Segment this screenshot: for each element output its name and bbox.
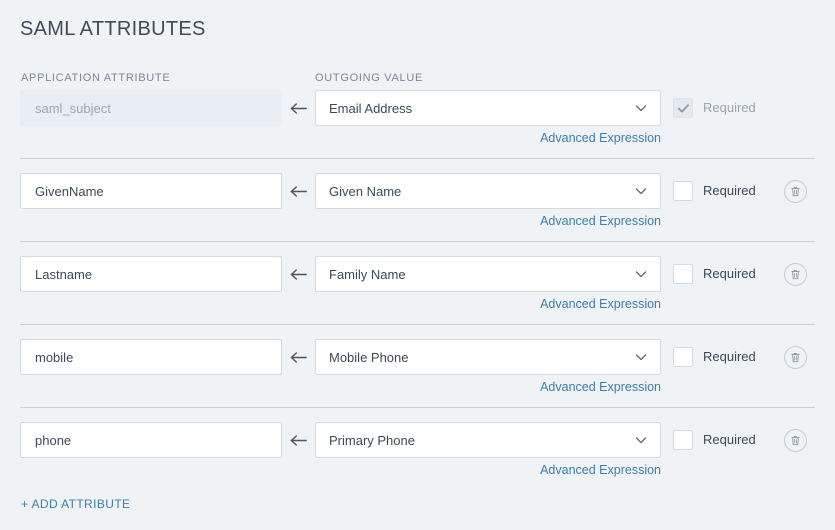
- row-divider: [20, 241, 815, 242]
- outgoing-value-select[interactable]: Primary Phone: [315, 422, 661, 458]
- attribute-row-controls: Family Name Required Advanced Expression: [0, 256, 835, 311]
- attribute-row-controls: Primary Phone Required Advanced Expression: [0, 422, 835, 477]
- arrow-left-icon: [288, 422, 310, 458]
- required-checkbox[interactable]: [673, 264, 693, 284]
- delete-attribute-button[interactable]: [784, 263, 807, 286]
- outgoing-value-select-box[interactable]: Email Address: [315, 90, 661, 126]
- attribute-row: Primary Phone Required Advanced Expression: [0, 422, 835, 505]
- column-header-application-attribute: APPLICATION ATTRIBUTE: [21, 72, 171, 84]
- outgoing-value-label: Given Name: [329, 183, 402, 199]
- attribute-row: Family Name Required Advanced Expression: [0, 256, 835, 339]
- application-attribute-input[interactable]: [20, 256, 282, 292]
- chevron-down-icon: [634, 350, 648, 364]
- chevron-down-icon: [634, 267, 648, 281]
- required-checkbox[interactable]: [673, 347, 693, 367]
- attribute-row-controls: Email Address Required Advanced Expression: [0, 90, 835, 145]
- outgoing-value-select[interactable]: Email Address: [315, 90, 661, 126]
- trash-icon: [791, 187, 800, 197]
- attribute-row: Mobile Phone Required Advanced Expression: [0, 339, 835, 422]
- outgoing-value-label: Email Address: [329, 100, 413, 116]
- arrow-left-icon: [288, 256, 310, 292]
- outgoing-value-label: Primary Phone: [329, 432, 415, 448]
- chevron-down-icon: [634, 101, 648, 115]
- delete-attribute-button[interactable]: [784, 346, 807, 369]
- trash-icon: [791, 353, 800, 363]
- required-checkbox: [673, 98, 693, 118]
- advanced-expression-link[interactable]: Advanced Expression: [315, 380, 661, 394]
- outgoing-value-select[interactable]: Given Name: [315, 173, 661, 209]
- required-checkbox[interactable]: [673, 430, 693, 450]
- advanced-expression-link[interactable]: Advanced Expression: [315, 463, 661, 477]
- required-checkbox[interactable]: [673, 181, 693, 201]
- page-title: SAML ATTRIBUTES: [20, 18, 206, 40]
- advanced-expression-link[interactable]: Advanced Expression: [315, 131, 661, 145]
- saml-attributes-page: SAML ATTRIBUTES APPLICATION ATTRIBUTE OU…: [0, 0, 835, 530]
- outgoing-value-select-box[interactable]: Family Name: [315, 256, 661, 292]
- advanced-expression-link[interactable]: Advanced Expression: [315, 214, 661, 228]
- advanced-expression-link[interactable]: Advanced Expression: [315, 297, 661, 311]
- attribute-row: Email Address Required Advanced Expression: [0, 90, 835, 173]
- arrow-left-icon: [288, 90, 310, 126]
- attribute-row-controls: Mobile Phone Required Advanced Expression: [0, 339, 835, 394]
- outgoing-value-select[interactable]: Family Name: [315, 256, 661, 292]
- trash-icon: [791, 436, 800, 446]
- delete-attribute-button[interactable]: [784, 180, 807, 203]
- row-divider: [20, 158, 815, 159]
- application-attribute-input[interactable]: [20, 339, 282, 375]
- application-attribute-input[interactable]: [20, 422, 282, 458]
- outgoing-value-select[interactable]: Mobile Phone: [315, 339, 661, 375]
- attribute-rows: Email Address Required Advanced Expression…: [0, 90, 835, 505]
- row-divider: [20, 324, 815, 325]
- application-attribute-input: [20, 90, 282, 126]
- add-attribute-link[interactable]: + ADD ATTRIBUTE: [21, 497, 130, 511]
- outgoing-value-select-box[interactable]: Mobile Phone: [315, 339, 661, 375]
- row-divider: [20, 407, 815, 408]
- required-label: Required: [703, 349, 756, 364]
- attribute-row: Given Name Required Advanced Expression: [0, 173, 835, 256]
- outgoing-value-label: Family Name: [329, 266, 406, 282]
- chevron-down-icon: [634, 184, 648, 198]
- delete-attribute-button[interactable]: [784, 429, 807, 452]
- arrow-left-icon: [288, 339, 310, 375]
- required-label: Required: [703, 432, 756, 447]
- attribute-row-controls: Given Name Required Advanced Expression: [0, 173, 835, 228]
- required-label: Required: [703, 183, 756, 198]
- outgoing-value-label: Mobile Phone: [329, 349, 409, 365]
- required-label: Required: [703, 100, 756, 115]
- application-attribute-input[interactable]: [20, 173, 282, 209]
- chevron-down-icon: [634, 433, 648, 447]
- arrow-left-icon: [288, 173, 310, 209]
- outgoing-value-select-box[interactable]: Primary Phone: [315, 422, 661, 458]
- required-label: Required: [703, 266, 756, 281]
- trash-icon: [791, 270, 800, 280]
- column-header-outgoing-value: OUTGOING VALUE: [315, 72, 423, 84]
- outgoing-value-select-box[interactable]: Given Name: [315, 173, 661, 209]
